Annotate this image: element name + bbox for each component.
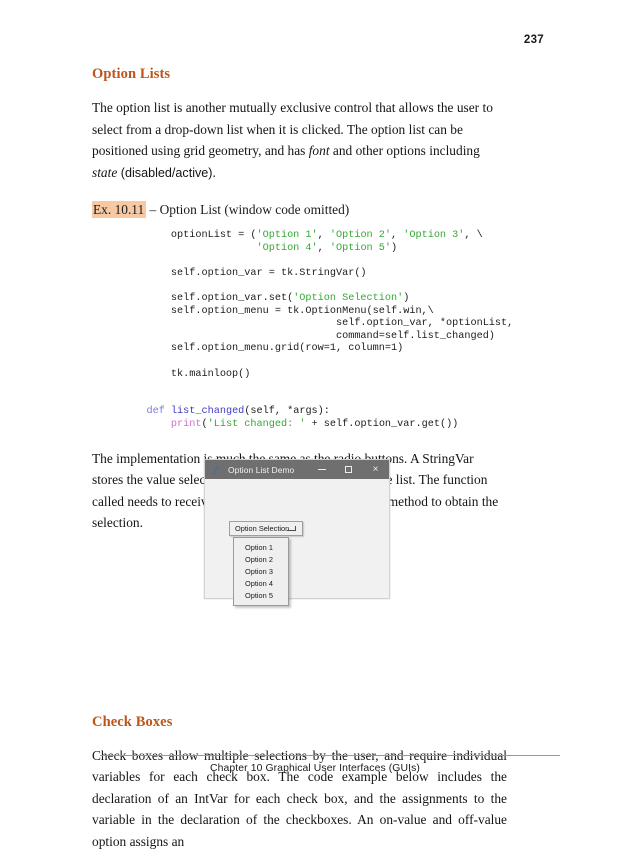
figure-option-list-demo: Option List Demo × Option Selection Opti…	[204, 459, 390, 606]
footer-divider	[100, 755, 560, 756]
option-menu-item[interactable]: Option 4	[234, 578, 288, 590]
dropdown-indicator-icon	[287, 526, 296, 531]
code-token: self.option_menu.grid(row=1, column=1)	[122, 343, 404, 355]
python-feather-icon	[213, 464, 219, 474]
paragraph-check-boxes: Check boxes allow multiple selections by…	[92, 747, 507, 849]
code-token: 'Option 4'	[256, 242, 318, 254]
code-token: self.option_var = tk.StringVar()	[122, 267, 367, 279]
option-menu-item[interactable]: Option 1	[234, 541, 288, 553]
code-token: tk.mainloop()	[122, 368, 251, 380]
code-token: self.option_menu = tk.OptionMenu(self.wi…	[122, 305, 434, 317]
code-token: 'Option 2'	[329, 230, 392, 241]
maximize-icon	[345, 466, 352, 473]
inline-italic-state: state	[92, 164, 118, 180]
option-menu-button[interactable]: Option Selection	[229, 521, 303, 536]
example-caption: Ex. 10.11 – Option List (window code omi…	[92, 200, 507, 220]
code-token: 'Option 5'	[329, 242, 392, 254]
page-number: 237	[523, 34, 544, 46]
option-menu-item[interactable]: Option 3	[234, 565, 288, 577]
window-titlebar[interactable]: Option List Demo ×	[205, 460, 389, 479]
paragraph-option-lists-intro: The option list is another mutually excl…	[92, 97, 507, 184]
heading-check-boxes: Check Boxes	[92, 713, 173, 730]
paragraph-text-part: .	[212, 164, 216, 180]
minimize-button[interactable]	[308, 460, 335, 479]
minimize-icon	[317, 469, 326, 470]
option-menu-item[interactable]: Option 5	[234, 590, 288, 602]
code-token: (self, *args):	[244, 406, 330, 418]
option-menu-item[interactable]: Option 2	[234, 553, 288, 565]
inline-italic-font: font	[308, 143, 330, 158]
code-token: self.option_var.set(	[122, 292, 294, 304]
code-token: ,	[317, 242, 330, 254]
example-caption-text: – Option List (window code omitted)	[146, 202, 350, 217]
code-token: ,	[391, 230, 404, 241]
maximize-button[interactable]	[335, 460, 362, 479]
code-token: , \	[464, 230, 483, 241]
code-token: self.option_var, *optionList,	[122, 318, 514, 330]
inline-sans-disabled-active: (disabled/active)	[117, 165, 213, 180]
option-menu-popup[interactable]: Option 1 Option 2 Option 3 Option 4 Option 5	[233, 537, 289, 606]
code-block: optionList = ('Option 1', 'Option 2', 'O…	[92, 230, 513, 432]
code-token: optionList = (	[122, 230, 257, 241]
footer-chapter-label: Chapter 10 Graphical User Interfaces (GU…	[210, 763, 420, 774]
code-token: list_changed	[170, 406, 245, 418]
close-icon: ×	[372, 463, 379, 475]
code-token: 'List changed: '	[207, 418, 306, 430]
window-client-area: Option Selection Option 1 Option 2 Option …	[205, 479, 389, 606]
heading-option-lists: Option Lists	[92, 66, 171, 82]
code-token: command=self.list_changed)	[122, 330, 495, 342]
example-tag: Ex. 10.11	[92, 201, 147, 218]
code-token: 'Option 3'	[403, 230, 465, 241]
code-token: print	[170, 418, 202, 430]
code-token: + self.option_var.get())	[305, 418, 459, 430]
document-page: 237 Option Lists The option list is anot…	[0, 0, 630, 849]
tk-window: Option List Demo × Option Selection Opti…	[204, 459, 390, 606]
code-token: 'Option 1'	[256, 230, 318, 241]
code-token: )	[403, 292, 410, 304]
code-token: def	[146, 406, 171, 418]
code-token: ,	[317, 230, 330, 241]
window-title: Option List Demo	[228, 464, 295, 475]
code-token: 'Option Selection'	[293, 292, 404, 304]
close-button[interactable]: ×	[362, 460, 389, 479]
option-menu-button-label: Option Selection	[235, 524, 290, 533]
code-token: )	[391, 242, 398, 254]
paragraph-text-part: and other options including	[329, 143, 480, 158]
window-controls: ×	[308, 460, 389, 479]
